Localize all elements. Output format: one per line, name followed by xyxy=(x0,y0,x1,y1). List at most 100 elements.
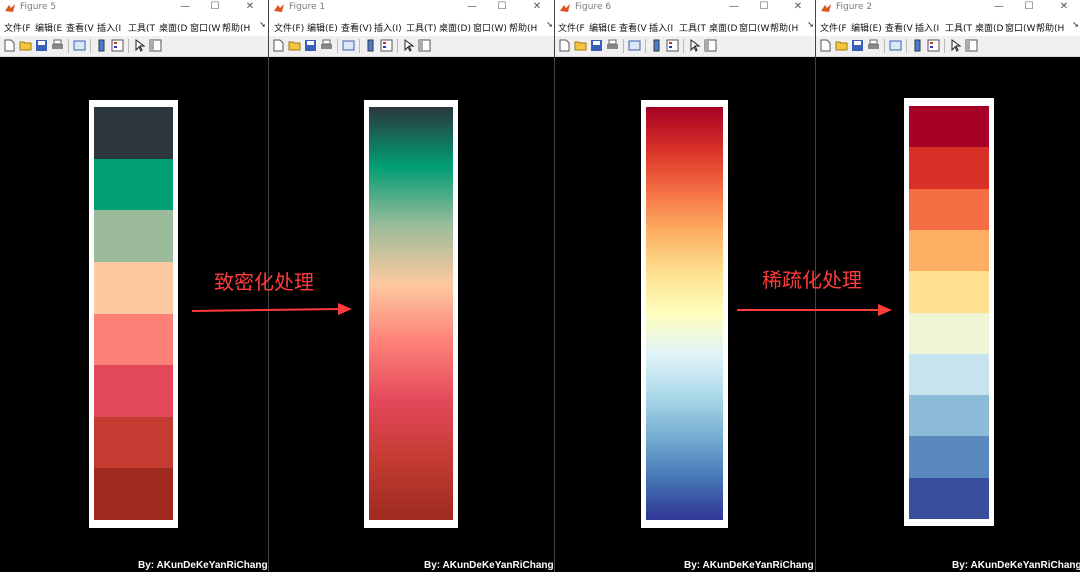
property-inspector-icon[interactable] xyxy=(704,39,717,52)
menu-help[interactable]: 帮助(H xyxy=(770,21,798,34)
menu-tools[interactable]: 工具(T xyxy=(128,21,155,34)
menu-window[interactable]: 窗口(W xyxy=(1005,21,1035,34)
minimize-icon[interactable]: — xyxy=(992,1,1006,12)
print-icon[interactable] xyxy=(51,39,64,52)
save-icon[interactable] xyxy=(590,39,603,52)
close-icon[interactable]: ✕ xyxy=(1057,1,1071,12)
close-icon[interactable]: ✕ xyxy=(243,1,257,12)
toolbar-separator xyxy=(397,39,398,53)
insert-colorbar-icon[interactable] xyxy=(911,39,924,52)
minimize-icon[interactable]: — xyxy=(727,1,741,12)
new-file-icon[interactable] xyxy=(558,39,571,52)
pointer-icon[interactable] xyxy=(688,39,701,52)
menu-overflow-icon[interactable]: ➘ xyxy=(546,20,553,29)
menu-tools[interactable]: 工具(T) xyxy=(406,21,437,34)
pointer-icon[interactable] xyxy=(133,39,146,52)
close-icon[interactable]: ✕ xyxy=(791,1,805,12)
menu-view[interactable]: 查看(V xyxy=(66,21,94,34)
colorbar xyxy=(646,107,723,520)
menu-insert[interactable]: 插入(I xyxy=(649,21,673,34)
menu-window[interactable]: 窗口(W xyxy=(739,21,769,34)
save-icon[interactable] xyxy=(304,39,317,52)
menu-desktop[interactable]: 桌面(D xyxy=(159,21,187,34)
menu-desktop[interactable]: 桌面(D xyxy=(975,21,1003,34)
colorbar-segment xyxy=(94,210,173,263)
menu-view[interactable]: 查看(V xyxy=(619,21,647,34)
menu-window[interactable]: 窗口(W) xyxy=(473,21,507,34)
print-icon[interactable] xyxy=(606,39,619,52)
insert-colorbar-icon[interactable] xyxy=(364,39,377,52)
maximize-icon[interactable]: ☐ xyxy=(495,1,509,12)
zoom-icon[interactable] xyxy=(889,39,902,52)
property-inspector-icon[interactable] xyxy=(418,39,431,52)
menu-file[interactable]: 文件(F xyxy=(4,21,31,34)
menu-help[interactable]: 帮助(H xyxy=(222,21,250,34)
menu-help[interactable]: 帮助(H xyxy=(509,21,537,34)
menu-file[interactable]: 文件(F xyxy=(558,21,585,34)
insert-colorbar-icon[interactable] xyxy=(650,39,663,52)
print-icon[interactable] xyxy=(320,39,333,52)
save-icon[interactable] xyxy=(851,39,864,52)
minimize-icon[interactable]: — xyxy=(178,1,192,12)
colorbar-segment xyxy=(94,468,173,520)
maximize-icon[interactable]: ☐ xyxy=(757,1,771,12)
maximize-icon[interactable]: ☐ xyxy=(1022,1,1036,12)
menu-overflow-icon[interactable]: ➘ xyxy=(807,20,814,29)
menu-file[interactable]: 文件(F xyxy=(820,21,847,34)
zoom-icon[interactable] xyxy=(73,39,86,52)
zoom-icon[interactable] xyxy=(342,39,355,52)
menu-window[interactable]: 窗口(W xyxy=(190,21,220,34)
title-bar[interactable]: Figure 5 — ☐ ✕ xyxy=(0,0,268,16)
menu-view[interactable]: 查看(V) xyxy=(341,21,372,34)
property-inspector-icon[interactable] xyxy=(149,39,162,52)
colorbar-frame xyxy=(89,100,178,528)
toolbar-separator xyxy=(906,39,907,53)
property-inspector-icon[interactable] xyxy=(965,39,978,52)
close-icon[interactable]: ✕ xyxy=(530,1,544,12)
menu-help[interactable]: 帮助(H xyxy=(1036,21,1064,34)
maximize-icon[interactable]: ☐ xyxy=(208,1,222,12)
insert-legend-icon[interactable] xyxy=(666,39,679,52)
menu-insert[interactable]: 插入(I xyxy=(915,21,939,34)
open-folder-icon[interactable] xyxy=(835,39,848,52)
title-bar[interactable]: Figure 2 — ☐ ✕ xyxy=(816,0,1080,16)
menu-edit[interactable]: 编辑(E) xyxy=(307,21,338,34)
colorbar-segment xyxy=(94,313,173,366)
menu-overflow-icon[interactable]: ➘ xyxy=(1072,20,1079,29)
menu-overflow-icon[interactable]: ➘ xyxy=(259,20,266,29)
menu-tools[interactable]: 工具(T xyxy=(945,21,972,34)
new-file-icon[interactable] xyxy=(3,39,16,52)
minimize-icon[interactable]: — xyxy=(465,1,479,12)
zoom-icon[interactable] xyxy=(628,39,641,52)
insert-legend-icon[interactable] xyxy=(927,39,940,52)
menu-insert[interactable]: 插入(I xyxy=(97,21,121,34)
credit-label: By: AKunDeKeYanRiChang xyxy=(138,560,268,571)
menu-view[interactable]: 查看(V xyxy=(885,21,913,34)
insert-colorbar-icon[interactable] xyxy=(95,39,108,52)
title-bar[interactable]: Figure 6 — ☐ ✕ xyxy=(555,0,816,16)
menu-edit[interactable]: 编辑(E xyxy=(589,21,616,34)
open-folder-icon[interactable] xyxy=(288,39,301,52)
title-bar[interactable]: Figure 1 — ☐ ✕ xyxy=(269,0,555,16)
new-file-icon[interactable] xyxy=(819,39,832,52)
open-folder-icon[interactable] xyxy=(574,39,587,52)
menu-edit[interactable]: 编辑(E xyxy=(35,21,62,34)
save-icon[interactable] xyxy=(35,39,48,52)
insert-legend-icon[interactable] xyxy=(380,39,393,52)
menu-file[interactable]: 文件(F) xyxy=(274,21,304,34)
toolbar-separator xyxy=(884,39,885,53)
menu-tools[interactable]: 工具(T xyxy=(679,21,706,34)
menu-edit[interactable]: 编辑(E) xyxy=(851,21,882,34)
colorbar-segment xyxy=(909,271,989,314)
pointer-icon[interactable] xyxy=(402,39,415,52)
open-folder-icon[interactable] xyxy=(19,39,32,52)
colorbar-segment xyxy=(909,395,989,438)
colorbar xyxy=(909,106,989,519)
print-icon[interactable] xyxy=(867,39,880,52)
menu-desktop[interactable]: 桌面(D xyxy=(709,21,737,34)
menu-insert[interactable]: 插入(I) xyxy=(374,21,402,34)
insert-legend-icon[interactable] xyxy=(111,39,124,52)
new-file-icon[interactable] xyxy=(272,39,285,52)
pointer-icon[interactable] xyxy=(949,39,962,52)
menu-desktop[interactable]: 桌面(D) xyxy=(439,21,471,34)
